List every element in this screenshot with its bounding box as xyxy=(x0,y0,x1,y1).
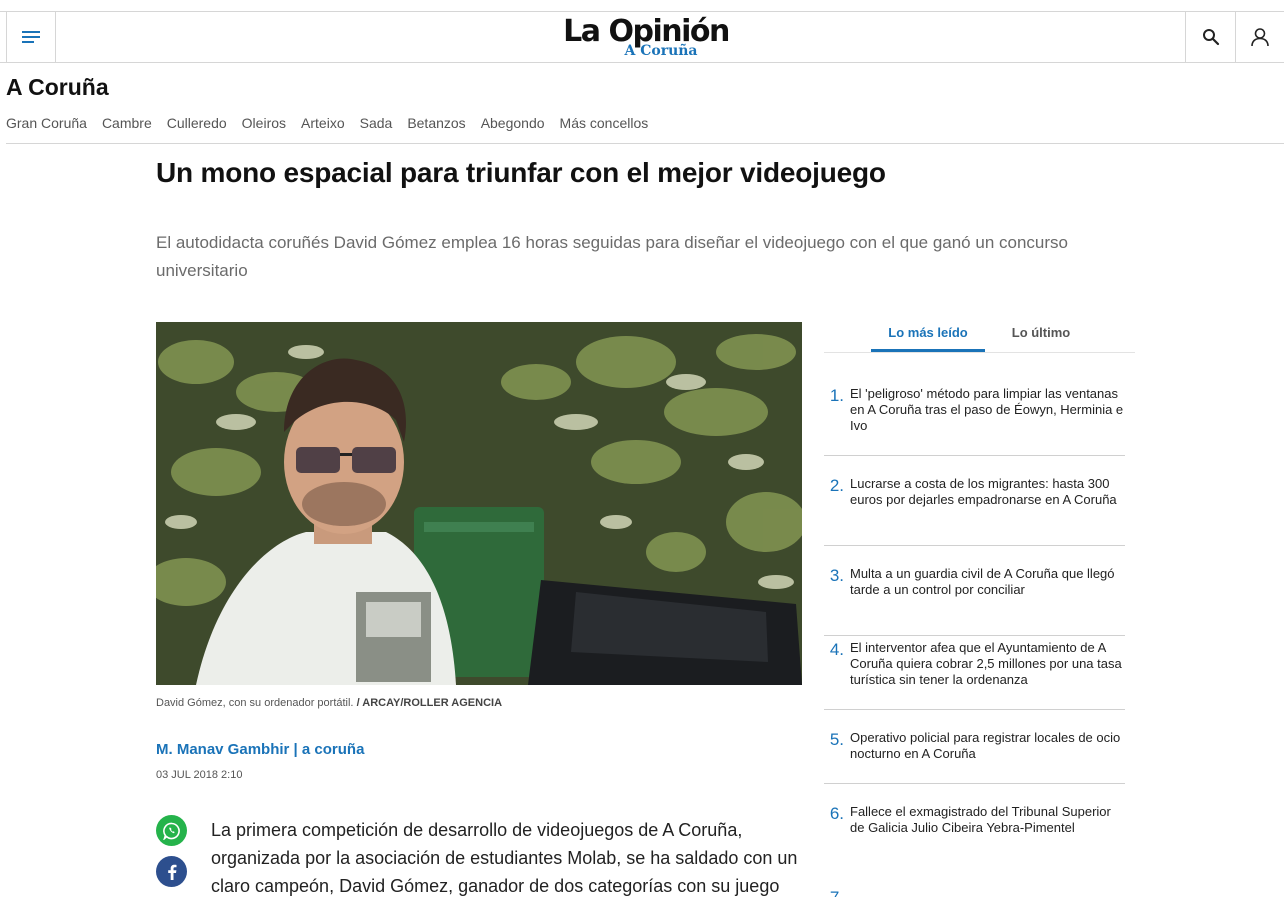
list-item[interactable]: 5. Operativo policial para registrar loc… xyxy=(824,710,1125,784)
subnav-item[interactable]: Cambre xyxy=(102,115,152,131)
facebook-icon xyxy=(167,864,176,880)
subnav-item[interactable]: Betanzos xyxy=(407,115,465,131)
rank-headline[interactable]: Operativo policial para registrar locale… xyxy=(850,730,1125,783)
top-bar: La Opinión A Coruña xyxy=(0,11,1284,63)
rank-number: 2. xyxy=(829,476,844,495)
article-headline: Un mono espacial para triunfar con el me… xyxy=(156,157,886,188)
list-item[interactable]: 7. xyxy=(824,888,1125,897)
rank-headline[interactable]: El 'peligroso' método para limpiar las v… xyxy=(850,386,1125,455)
article-body: La primera competición de desarrollo de … xyxy=(211,820,798,896)
list-item[interactable]: 1. El 'peligroso' método para limpiar la… xyxy=(824,380,1125,456)
subnav-item[interactable]: Culleredo xyxy=(167,115,227,131)
rank-number: 6. xyxy=(829,804,844,823)
facebook-share-button[interactable] xyxy=(156,856,187,887)
section-subnav: Gran Coruña Cambre Culleredo Oleiros Art… xyxy=(6,115,648,131)
whatsapp-icon xyxy=(162,822,180,840)
rank-number: 4. xyxy=(829,640,844,659)
article-lead: El autodidacta coruñés David Gómez emple… xyxy=(156,233,1068,280)
rank-headline[interactable]: El interventor afea que el Ayuntamiento … xyxy=(850,640,1125,709)
subnav-item[interactable]: Arteixo xyxy=(301,115,345,131)
rank-number: 1. xyxy=(829,386,844,405)
most-read-list: 1. El 'peligroso' método para limpiar la… xyxy=(824,380,1125,897)
rank-number: 7. xyxy=(824,888,850,897)
sidebar-tabs: Lo más leído Lo último xyxy=(824,322,1135,353)
rank-headline[interactable]: Multa a un guardia civil de A Coruña que… xyxy=(850,566,1125,635)
search-icon xyxy=(1202,29,1219,46)
list-item[interactable]: 4. El interventor afea que el Ayuntamien… xyxy=(824,636,1125,710)
rank-headline[interactable]: Fallece el exmagistrado del Tribunal Sup… xyxy=(850,804,1125,888)
rank-number: 3. xyxy=(829,566,844,585)
list-item[interactable]: 3. Multa a un guardia civil de A Coruña … xyxy=(824,546,1125,636)
publish-date: 03 JUL 2018 2:10 xyxy=(156,769,243,781)
section-title[interactable]: A Coruña xyxy=(6,74,109,101)
caption-credit: / ARCAY/ROLLER AGENCIA xyxy=(356,697,503,709)
subnav-item[interactable]: Sada xyxy=(360,115,393,131)
hamburger-menu-icon xyxy=(22,31,40,43)
tab-latest[interactable]: Lo último xyxy=(996,322,1086,352)
subnav-item[interactable]: Gran Coruña xyxy=(6,115,87,131)
divider xyxy=(6,143,1284,144)
author-byline[interactable]: M. Manav Gambhir | a coruña xyxy=(156,741,364,758)
rank-headline[interactable]: Lucrarse a costa de los migrantes: hasta… xyxy=(850,476,1125,545)
list-item[interactable]: 2. Lucrarse a costa de los migrantes: ha… xyxy=(824,456,1125,546)
subnav-item[interactable]: Abegondo xyxy=(481,115,545,131)
subnav-item[interactable]: Más concellos xyxy=(560,115,649,131)
subnav-item[interactable]: Oleiros xyxy=(242,115,286,131)
user-icon xyxy=(1251,28,1269,47)
photo-caption: David Gómez, con su ordenador portátil. … xyxy=(156,697,502,709)
site-logo[interactable]: La Opinión A Coruña xyxy=(558,16,734,60)
list-item[interactable]: 6. Fallece el exmagistrado del Tribunal … xyxy=(824,784,1125,888)
whatsapp-share-button[interactable] xyxy=(156,815,187,846)
tab-most-read[interactable]: Lo más leído xyxy=(871,322,985,352)
user-button[interactable] xyxy=(1235,12,1284,62)
article-photo[interactable] xyxy=(156,322,802,685)
caption-text: David Gómez, con su ordenador portátil. xyxy=(156,697,354,709)
photo-illustration xyxy=(156,322,802,685)
menu-button[interactable] xyxy=(6,12,56,62)
search-button[interactable] xyxy=(1185,12,1235,62)
rank-number: 5. xyxy=(829,730,844,749)
